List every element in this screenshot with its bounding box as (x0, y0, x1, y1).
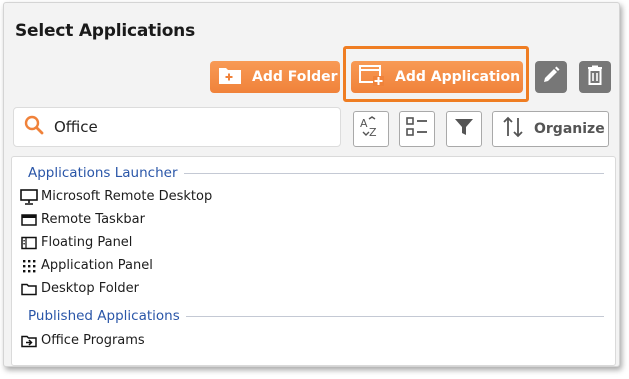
add-application-icon (351, 64, 395, 90)
add-folder-label: Add Folder (252, 69, 338, 85)
list-item-remote-taskbar[interactable]: Remote Taskbar (20, 212, 145, 227)
add-application-label: Add Application (395, 69, 521, 85)
list-item-label: Office Programs (41, 333, 145, 348)
trash-icon (586, 65, 604, 89)
list-item-label: Floating Panel (41, 235, 133, 250)
svg-text:A: A (360, 117, 368, 130)
svg-text:Z: Z (369, 126, 377, 139)
group-divider (185, 315, 604, 317)
list-item-microsoft-remote-desktop[interactable]: Microsoft Remote Desktop (20, 188, 213, 205)
search-icon (14, 115, 54, 139)
organize-button[interactable]: Organize (492, 111, 609, 147)
add-folder-icon (210, 65, 252, 89)
folder-icon (20, 282, 38, 296)
applications-list[interactable]: Applications Launcher Microsoft Remote D… (11, 156, 616, 366)
add-application-button[interactable]: Add Application (351, 61, 523, 93)
organize-label: Organize (534, 121, 605, 137)
monitor-icon (20, 188, 38, 205)
folder-publish-icon (20, 334, 38, 348)
search-box[interactable] (13, 107, 341, 147)
pencil-icon (541, 65, 561, 89)
filter-icon (453, 116, 475, 142)
search-input[interactable] (54, 118, 304, 136)
sort-arrows-icon (493, 115, 534, 143)
list-item-application-panel[interactable]: Application Panel (20, 258, 153, 273)
sort-az-icon: A Z (359, 115, 383, 143)
group-header-published-applications: Published Applications (28, 308, 604, 324)
delete-button[interactable] (579, 61, 611, 93)
group-label: Published Applications (28, 308, 180, 324)
floating-panel-icon (20, 236, 38, 250)
list-item-desktop-folder[interactable]: Desktop Folder (20, 281, 139, 296)
sort-button[interactable]: A Z (353, 111, 389, 147)
add-folder-button[interactable]: Add Folder (210, 61, 340, 93)
group-divider (183, 172, 604, 174)
list-item-label: Remote Taskbar (41, 212, 145, 227)
list-item-label: Desktop Folder (41, 281, 139, 296)
list-item-office-programs[interactable]: Office Programs (20, 333, 145, 348)
panel-title: Select Applications (15, 21, 196, 41)
list-view-icon (405, 115, 429, 143)
group-header-applications-launcher: Applications Launcher (28, 165, 604, 181)
view-toggle-button[interactable] (399, 111, 435, 147)
group-label: Applications Launcher (28, 165, 178, 181)
list-item-label: Application Panel (41, 258, 153, 273)
taskbar-window-icon (20, 213, 38, 227)
edit-button[interactable] (535, 61, 567, 93)
list-item-floating-panel[interactable]: Floating Panel (20, 235, 132, 250)
grid-dots-icon (20, 259, 38, 273)
filter-button[interactable] (446, 111, 482, 147)
list-item-label: Microsoft Remote Desktop (41, 189, 213, 204)
select-applications-panel: Select Applications Add Folder Add Appli… (3, 2, 620, 367)
